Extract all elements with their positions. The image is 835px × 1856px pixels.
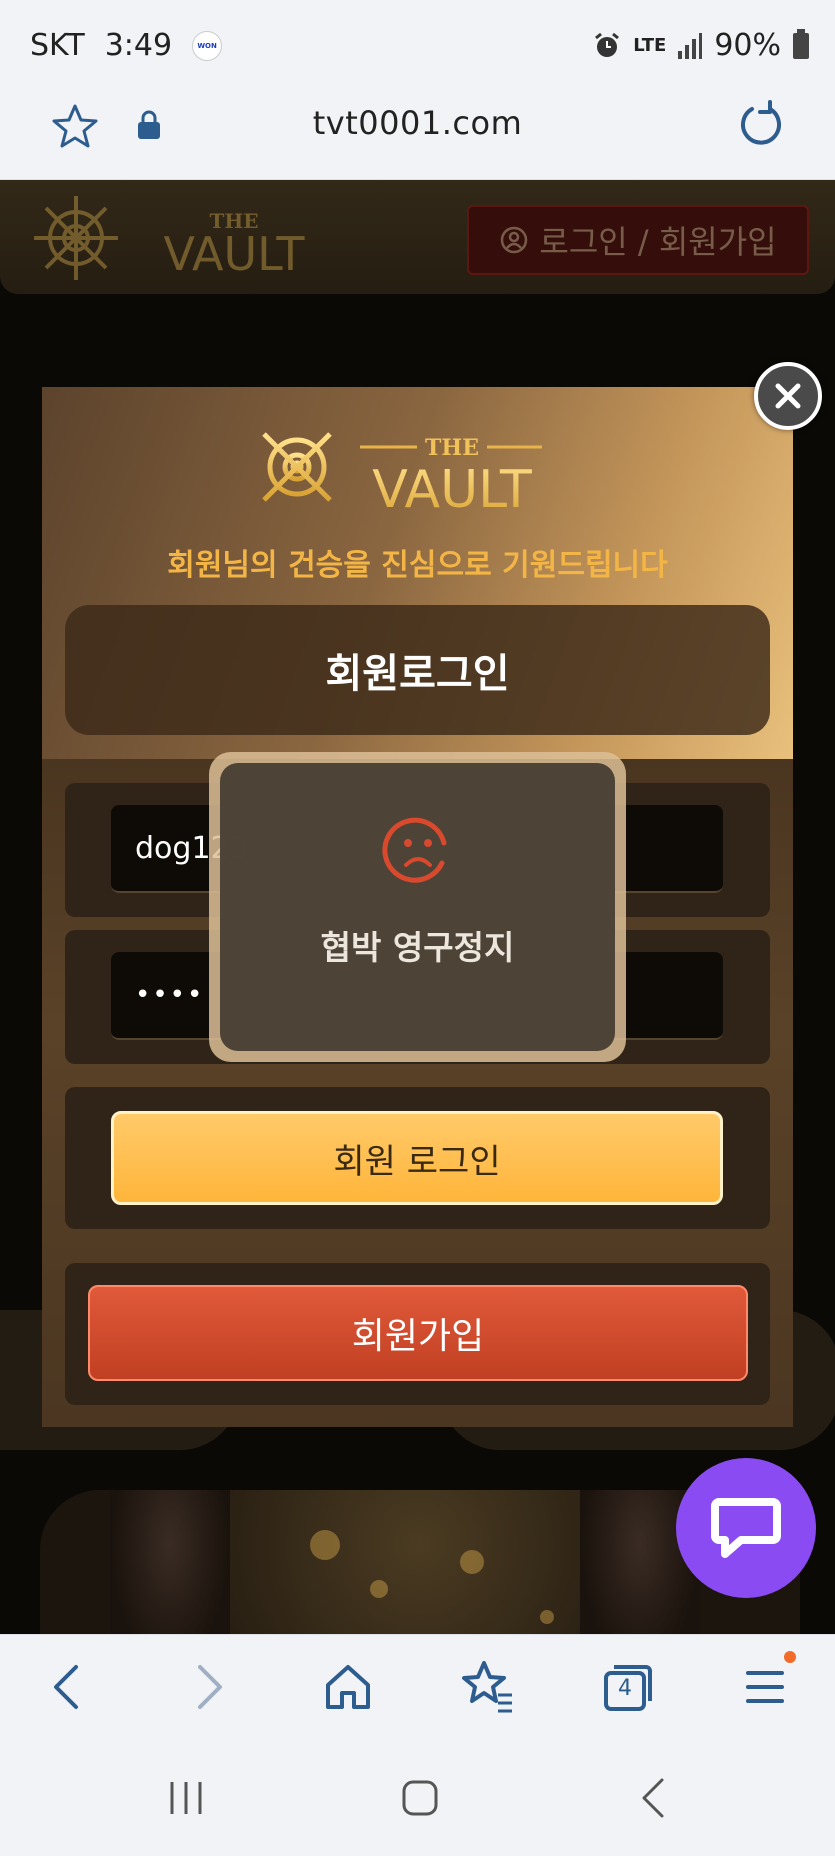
system-back-icon[interactable] bbox=[630, 1774, 678, 1822]
member-login-button[interactable]: 회원 로그인 bbox=[111, 1111, 723, 1205]
close-icon bbox=[775, 383, 801, 409]
modal-title: 회원로그인 bbox=[65, 605, 770, 735]
tabs-button[interactable]: 4 bbox=[600, 1659, 656, 1715]
alert-message: 협박 영구정지 bbox=[320, 928, 515, 967]
network-label: LTE bbox=[633, 35, 667, 56]
forward-icon[interactable] bbox=[180, 1659, 236, 1715]
status-left: SKT 3:49 WON bbox=[30, 28, 223, 63]
won-app-icon: WON bbox=[192, 30, 223, 61]
battery-icon bbox=[793, 28, 809, 59]
home-icon[interactable] bbox=[320, 1659, 376, 1715]
tab-count: 4 bbox=[618, 1676, 632, 1701]
join-button-panel: 회원가입 bbox=[65, 1263, 770, 1405]
carrier-label: SKT bbox=[30, 28, 85, 63]
banner-bokeh bbox=[540, 1610, 554, 1624]
modal-subtitle: 회원님의 건승을 진심으로 기원드립니다 bbox=[167, 548, 668, 583]
header-login-label: 로그인 / 회원가입 bbox=[539, 223, 777, 261]
battery-percent: 90% bbox=[714, 28, 781, 63]
svg-text:VAULT: VAULT bbox=[372, 460, 532, 517]
bookmarks-icon[interactable] bbox=[460, 1659, 516, 1715]
browser-url-bar: tvt0001.com bbox=[0, 88, 835, 180]
menu-button[interactable] bbox=[740, 1651, 796, 1715]
system-home-icon[interactable] bbox=[396, 1774, 444, 1822]
banner-bokeh bbox=[370, 1580, 388, 1598]
clock: 3:49 bbox=[104, 28, 173, 63]
status-bar: SKT 3:49 WON LTE 90% bbox=[0, 0, 835, 88]
notification-dot bbox=[784, 1651, 796, 1663]
banner-figure-left bbox=[110, 1490, 230, 1634]
sad-face-icon bbox=[382, 817, 447, 883]
recent-apps-icon[interactable] bbox=[162, 1774, 210, 1822]
hamburger-menu-icon bbox=[746, 1671, 784, 1703]
banner-bokeh bbox=[460, 1550, 484, 1574]
status-right: LTE 90% bbox=[593, 28, 809, 63]
chat-bubble-icon bbox=[711, 1498, 781, 1558]
site-logo[interactable]: THE VAULT bbox=[24, 190, 344, 286]
url-text[interactable]: tvt0001.com bbox=[0, 104, 835, 142]
reload-icon[interactable] bbox=[736, 100, 786, 150]
svg-text:THE: THE bbox=[425, 435, 479, 461]
modal-close-button[interactable] bbox=[754, 362, 822, 430]
alarm-icon bbox=[595, 32, 620, 57]
browser-bottom-nav: 4 bbox=[0, 1634, 835, 1740]
modal-logo: THE VAULT bbox=[250, 420, 542, 517]
header-login-button[interactable]: 로그인 / 회원가입 bbox=[467, 205, 809, 275]
signup-button[interactable]: 회원가입 bbox=[88, 1285, 748, 1381]
signal-icon bbox=[678, 32, 703, 59]
user-circle-icon bbox=[501, 226, 528, 254]
alert-toast: 협박 영구정지 bbox=[209, 752, 626, 1062]
site-header: THE VAULT 로그인 / 회원가입 bbox=[0, 180, 835, 294]
login-button-panel: 회원 로그인 bbox=[65, 1087, 770, 1229]
back-icon[interactable] bbox=[40, 1659, 96, 1715]
system-nav-bar bbox=[0, 1740, 835, 1856]
live-chat-button[interactable] bbox=[676, 1458, 816, 1598]
banner-bokeh bbox=[310, 1530, 340, 1560]
svg-text:VAULT: VAULT bbox=[163, 227, 305, 281]
alert-toast-body: 협박 영구정지 bbox=[220, 763, 615, 1051]
